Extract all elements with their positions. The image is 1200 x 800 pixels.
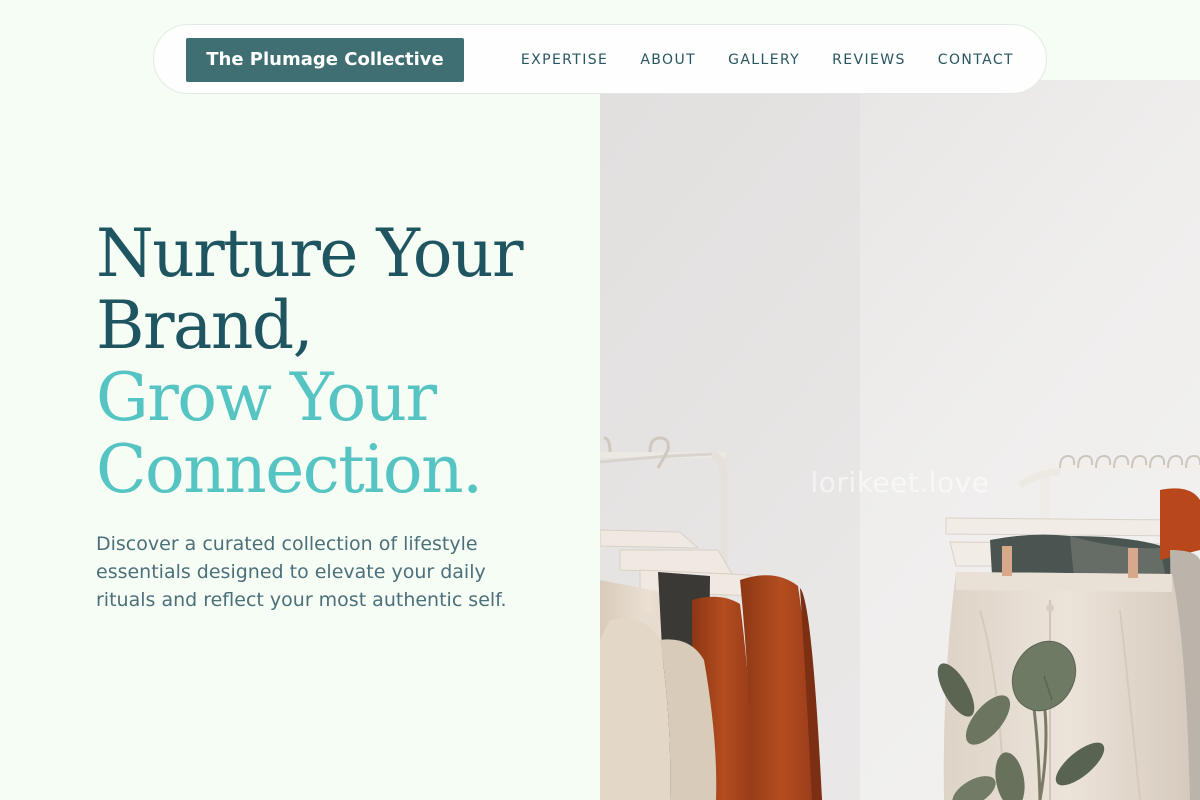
nav-link-expertise[interactable]: EXPERTISE: [521, 52, 608, 68]
image-watermark: lorikeet.love: [810, 466, 990, 499]
headline-line-4: Connection.: [96, 431, 483, 508]
headline-line-3: Grow Your: [96, 359, 437, 436]
hero-image-clothing-racks: lorikeet.love: [600, 80, 1200, 800]
headline-line-2: Brand,: [96, 287, 314, 364]
hero-section: Nurture Your Brand, Grow Your Connection…: [96, 218, 566, 614]
headline-line-1: Nurture Your: [96, 215, 524, 292]
hero-headline: Nurture Your Brand, Grow Your Connection…: [96, 218, 566, 506]
hero-description: Discover a curated collection of lifesty…: [96, 533, 507, 611]
nav-links: EXPERTISE ABOUT GALLERY REVIEWS CONTACT: [521, 25, 1014, 95]
brand-logo-button[interactable]: The Plumage Collective: [186, 38, 464, 82]
nav-link-about[interactable]: ABOUT: [640, 52, 696, 68]
top-navigation: The Plumage Collective EXPERTISE ABOUT G…: [153, 24, 1047, 94]
nav-link-reviews[interactable]: REVIEWS: [832, 52, 906, 68]
nav-link-contact[interactable]: CONTACT: [938, 52, 1014, 68]
nav-link-gallery[interactable]: GALLERY: [728, 52, 800, 68]
